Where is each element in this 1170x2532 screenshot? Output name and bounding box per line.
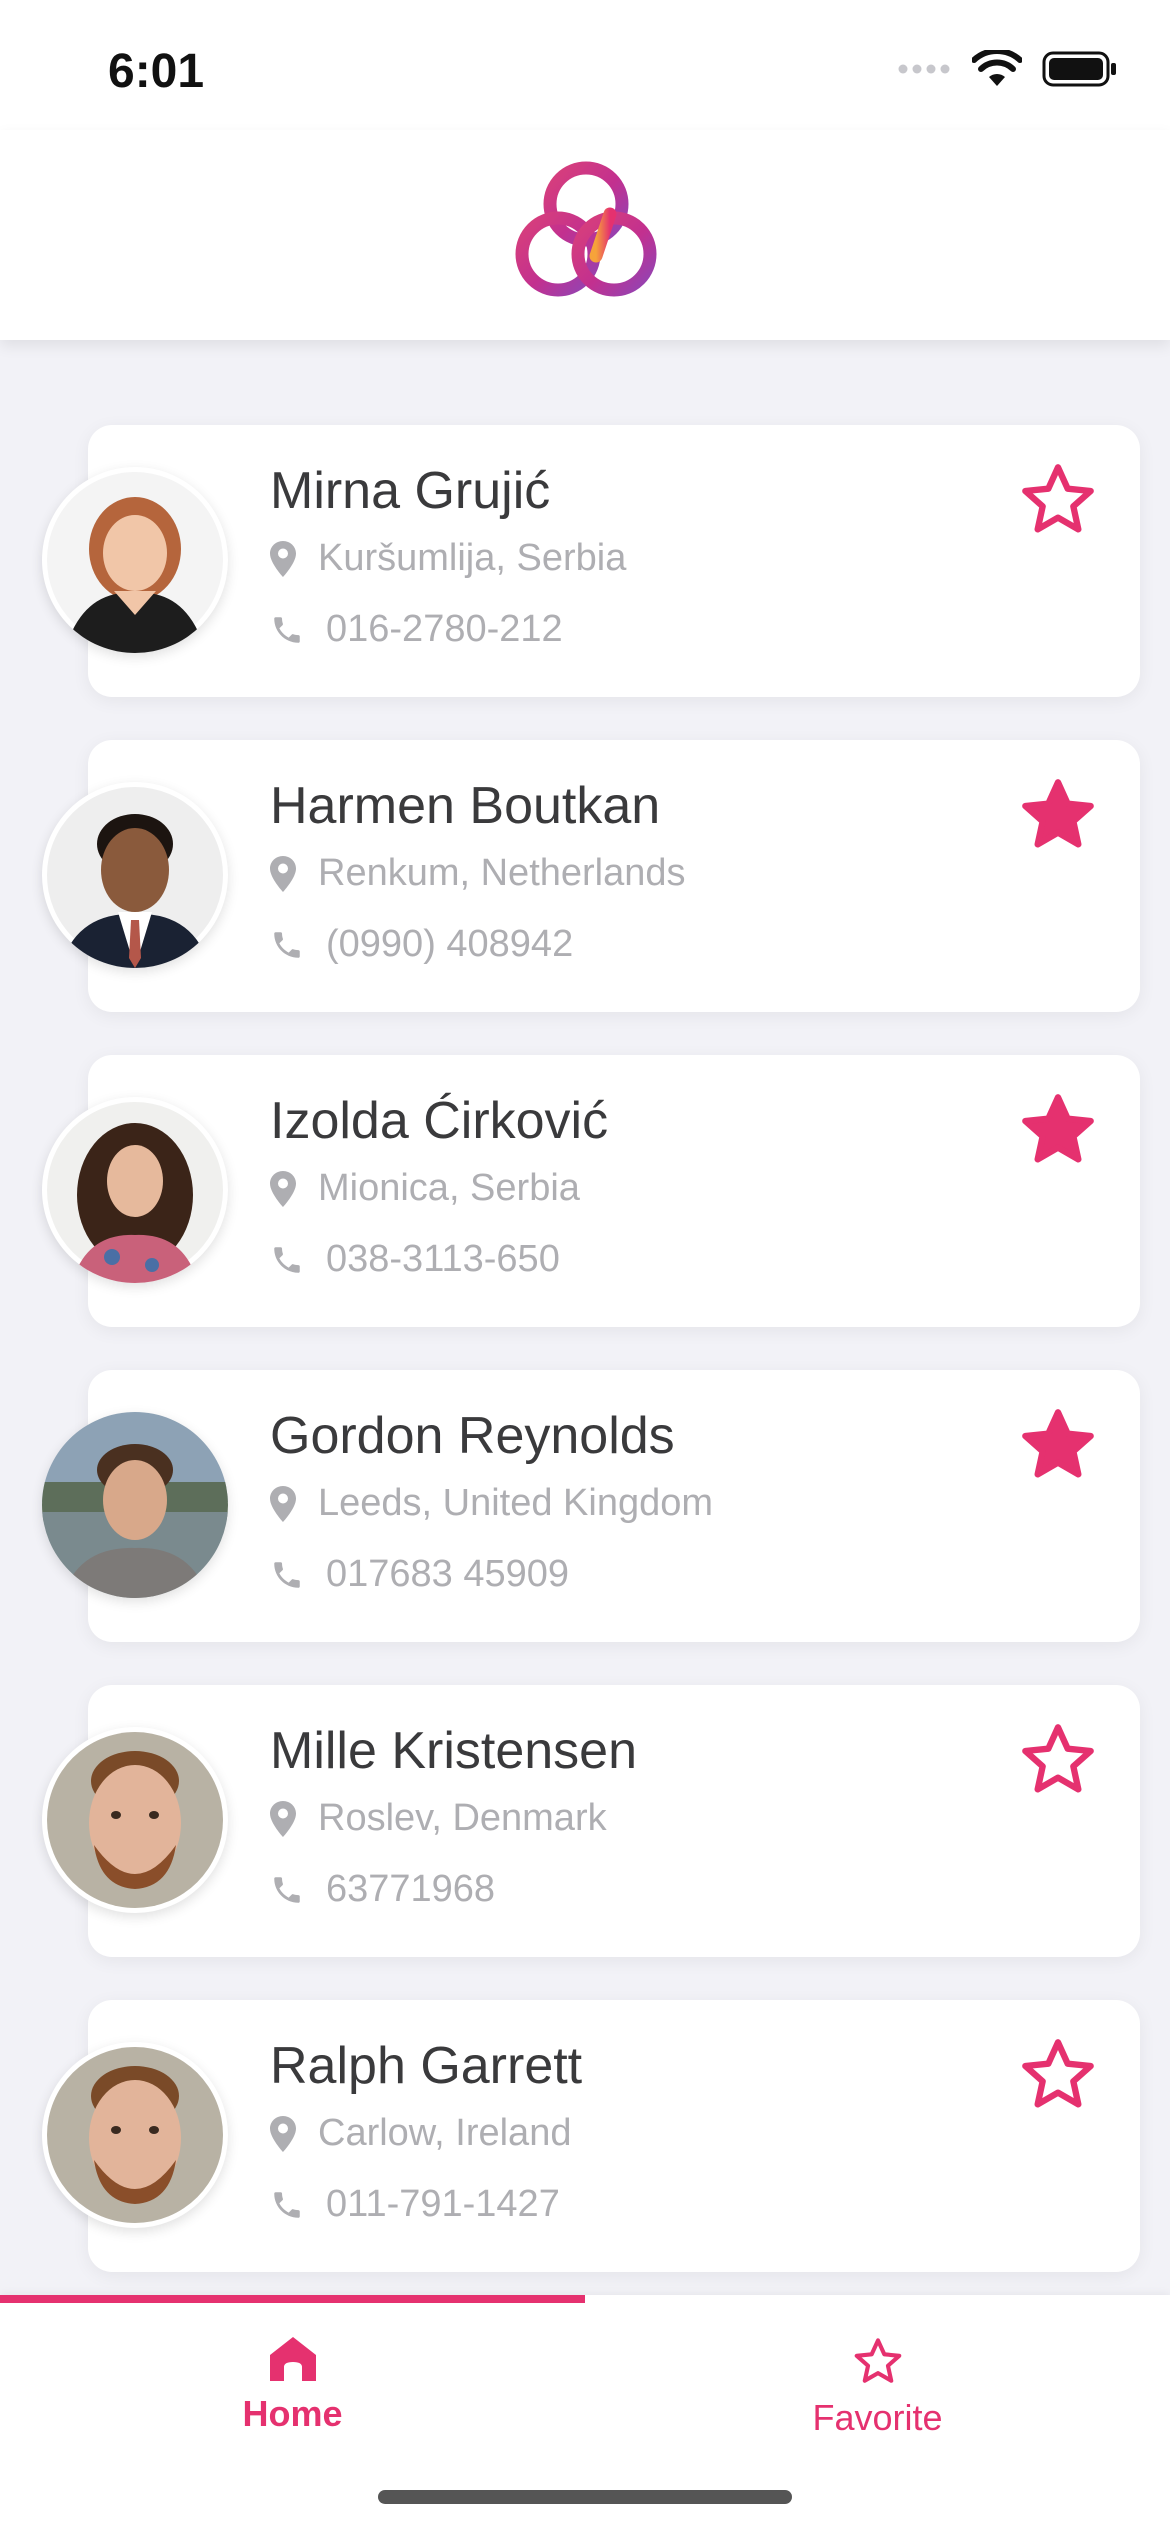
phone-icon bbox=[274, 2191, 300, 2218]
avatar bbox=[42, 782, 228, 968]
contact-name: Ralph Garrett bbox=[270, 2037, 583, 2095]
contact-card[interactable]: Mille Kristensen Roslev, Denmark 6377196… bbox=[42, 1685, 1140, 1957]
app-header bbox=[0, 130, 1170, 340]
tab-home-label: Home bbox=[242, 2393, 343, 2434]
status-icons bbox=[898, 50, 1118, 88]
contact-phone[interactable]: 016-2780-212 bbox=[270, 608, 563, 651]
contact-name: Izolda Ćirković bbox=[270, 1092, 609, 1150]
avatar bbox=[42, 1727, 228, 1913]
contact-location: Roslev, Denmark bbox=[270, 1797, 607, 1840]
avatar bbox=[42, 1097, 228, 1283]
contact-location-text: Kuršumlija, Serbia bbox=[318, 537, 627, 579]
contact-location: Leeds, United Kingdom bbox=[270, 1482, 713, 1525]
status-bar: 6:01 bbox=[0, 0, 1170, 130]
contact-phone-text: 011-791-1427 bbox=[326, 2183, 560, 2225]
contact-phone-text: (0990) 408942 bbox=[326, 923, 574, 965]
contact-location: Kuršumlija, Serbia bbox=[270, 537, 626, 580]
battery-icon bbox=[1042, 51, 1116, 87]
contact-name: Mirna Grujić bbox=[270, 462, 551, 520]
contact-location-text: Leeds, United Kingdom bbox=[318, 1482, 714, 1524]
avatar bbox=[42, 2042, 228, 2228]
favorite-star-outline-icon[interactable] bbox=[1018, 1719, 1098, 1799]
phone-icon bbox=[274, 931, 300, 958]
contact-card[interactable]: Izolda Ćirković Mionica, Serbia 038-3113… bbox=[42, 1055, 1140, 1327]
contact-location-text: Renkum, Netherlands bbox=[318, 852, 686, 894]
contact-card[interactable]: Harmen Boutkan Renkum, Netherlands (0990… bbox=[42, 740, 1140, 1012]
contact-location: Carlow, Ireland bbox=[270, 2112, 571, 2155]
contact-name: Mille Kristensen bbox=[270, 1722, 638, 1780]
favorite-star-outline-icon[interactable] bbox=[1018, 459, 1098, 539]
contact-location-text: Roslev, Denmark bbox=[318, 1797, 607, 1839]
location-pin-icon bbox=[270, 1485, 296, 1522]
location-pin-icon bbox=[270, 2115, 296, 2152]
phone-icon bbox=[274, 1876, 300, 1903]
contact-phone[interactable]: 011-791-1427 bbox=[270, 2183, 560, 2226]
contact-phone[interactable]: (0990) 408942 bbox=[270, 923, 573, 966]
contact-card[interactable]: Mirna Grujić Kuršumlija, Serbia 016-2780… bbox=[42, 425, 1140, 697]
tab-favorite[interactable]: Favorite bbox=[585, 2335, 1170, 2465]
phone-icon bbox=[274, 1561, 300, 1588]
favorite-star-filled-icon[interactable] bbox=[1018, 1404, 1098, 1484]
avatar bbox=[42, 467, 228, 653]
contact-card[interactable]: Gordon Reynolds Leeds, United Kingdom 01… bbox=[42, 1370, 1140, 1642]
location-pin-icon bbox=[270, 1800, 296, 1837]
wifi-icon bbox=[972, 50, 1022, 86]
status-time: 6:01 bbox=[108, 45, 205, 98]
contact-location-text: Carlow, Ireland bbox=[318, 2112, 572, 2154]
contact-phone-text: 63771968 bbox=[326, 1868, 496, 1910]
active-tab-indicator bbox=[0, 2295, 585, 2303]
contact-name: Harmen Boutkan bbox=[270, 777, 661, 835]
tab-favorite-label: Favorite bbox=[812, 2397, 943, 2438]
favorite-star-filled-icon[interactable] bbox=[1018, 774, 1098, 854]
location-pin-icon bbox=[270, 855, 296, 892]
contact-list[interactable]: Mirna Grujić Kuršumlija, Serbia 016-2780… bbox=[0, 340, 1170, 2295]
contact-phone[interactable]: 63771968 bbox=[270, 1868, 495, 1911]
home-icon bbox=[269, 2337, 316, 2381]
contact-location: Mionica, Serbia bbox=[270, 1167, 580, 1210]
favorite-star-outline-icon[interactable] bbox=[1018, 2034, 1098, 2114]
phone-icon bbox=[274, 1246, 300, 1273]
app-logo bbox=[515, 161, 657, 297]
tab-home[interactable]: Home bbox=[0, 2335, 585, 2465]
contact-phone-text: 038-3113-650 bbox=[326, 1238, 560, 1280]
contact-name: Gordon Reynolds bbox=[270, 1407, 675, 1465]
phone-icon bbox=[274, 616, 300, 643]
contact-phone[interactable]: 017683 45909 bbox=[270, 1553, 569, 1596]
contact-phone-text: 016-2780-212 bbox=[326, 608, 563, 650]
favorite-star-filled-icon[interactable] bbox=[1018, 1089, 1098, 1169]
location-pin-icon bbox=[270, 540, 296, 577]
contact-phone[interactable]: 038-3113-650 bbox=[270, 1238, 560, 1281]
cellular-signal-icon bbox=[898, 64, 950, 74]
contact-phone-text: 017683 45909 bbox=[326, 1553, 570, 1595]
star-icon bbox=[854, 2338, 901, 2383]
avatar bbox=[42, 1412, 228, 1598]
location-pin-icon bbox=[270, 1170, 296, 1207]
contact-location: Renkum, Netherlands bbox=[270, 852, 686, 895]
contact-location-text: Mionica, Serbia bbox=[318, 1167, 580, 1209]
home-indicator bbox=[378, 2490, 792, 2504]
contact-card[interactable]: Ralph Garrett Carlow, Ireland 011-791-14… bbox=[42, 2000, 1140, 2272]
